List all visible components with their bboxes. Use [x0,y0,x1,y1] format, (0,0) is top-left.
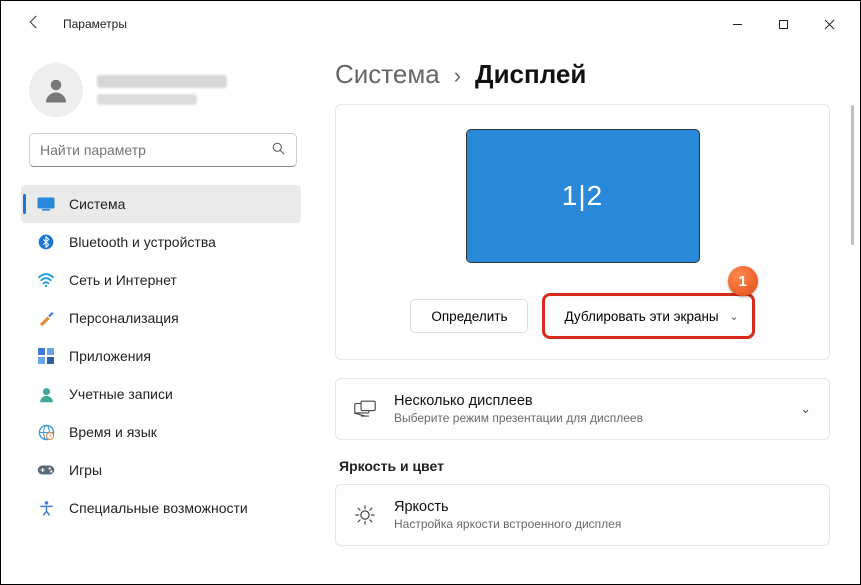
annotation-badge: 1 [728,266,758,296]
chevron-down-icon: ⌄ [729,310,738,323]
scrollbar[interactable] [851,105,854,245]
sidebar-item-time-language[interactable]: Время и язык [21,413,301,451]
page-title: Дисплей [475,59,586,90]
maximize-button[interactable] [760,9,806,39]
expander-title: Несколько дисплеев [394,393,643,409]
user-account-block[interactable] [21,57,311,133]
expander-subtitle: Выберите режим презентации для дисплеев [394,411,643,425]
multiple-displays-expander[interactable]: Несколько дисплеев Выберите режим презен… [335,378,830,440]
brightness-expander[interactable]: Яркость Настройка яркости встроенного ди… [335,484,830,546]
search-icon [271,141,286,159]
sidebar-item-label: Персонализация [69,310,179,326]
content-area: Система › Дисплей 1|2 Определить Дублиро… [311,47,860,584]
sidebar-item-accessibility[interactable]: Специальные возможности [21,489,301,527]
identify-button[interactable]: Определить [410,299,528,333]
breadcrumb-parent[interactable]: Система [335,59,440,90]
search-input[interactable] [29,133,297,167]
avatar [29,63,83,117]
sidebar-item-network[interactable]: Сеть и Интернет [21,261,301,299]
app-title: Параметры [63,17,127,31]
sidebar-item-label: Сеть и Интернет [69,272,177,288]
sidebar-item-label: Приложения [69,348,151,364]
sidebar-item-accounts[interactable]: Учетные записи [21,375,301,413]
sidebar-item-personalization[interactable]: Персонализация [21,299,301,337]
sun-icon [354,504,376,526]
sidebar-item-apps[interactable]: Приложения [21,337,301,375]
sidebar-item-label: Система [69,196,125,212]
close-button[interactable] [806,9,852,39]
sidebar-item-label: Bluetooth и устройства [69,234,216,250]
expander-title: Яркость [394,499,621,515]
bluetooth-icon [37,233,55,251]
expander-subtitle: Настройка яркости встроенного дисплея [394,517,621,531]
multi-monitor-icon [354,398,376,420]
sidebar: Система Bluetooth и устройства Сеть и Ин… [1,47,311,584]
chevron-down-icon: ⌄ [800,401,811,417]
sidebar-item-label: Время и язык [69,424,157,440]
sidebar-item-bluetooth[interactable]: Bluetooth и устройства [21,223,301,261]
sidebar-item-system[interactable]: Система [21,185,301,223]
display-icon [37,195,55,213]
back-button[interactable] [19,7,49,42]
globe-clock-icon [37,423,55,441]
apps-icon [37,347,55,365]
display-mode-dropdown[interactable]: Дублировать эти экраны ⌄ [548,299,748,333]
display-mode-dropdown-highlight: Дублировать эти экраны ⌄ 1 [542,293,754,339]
monitor-tile[interactable]: 1|2 [466,129,700,263]
sidebar-item-gaming[interactable]: Игры [21,451,301,489]
sidebar-item-label: Специальные возможности [69,500,248,516]
brush-icon [37,309,55,327]
person-icon [37,385,55,403]
accessibility-icon [37,499,55,517]
wifi-icon [37,271,55,289]
sidebar-item-label: Учетные записи [69,386,173,402]
gamepad-icon [37,461,55,479]
minimize-button[interactable] [714,9,760,39]
breadcrumb: Система › Дисплей [335,59,854,90]
section-heading-brightness: Яркость и цвет [339,458,854,474]
display-arrangement-card: 1|2 Определить Дублировать эти экраны ⌄ … [335,104,830,360]
sidebar-item-label: Игры [69,462,102,478]
chevron-right-icon: › [454,63,461,89]
